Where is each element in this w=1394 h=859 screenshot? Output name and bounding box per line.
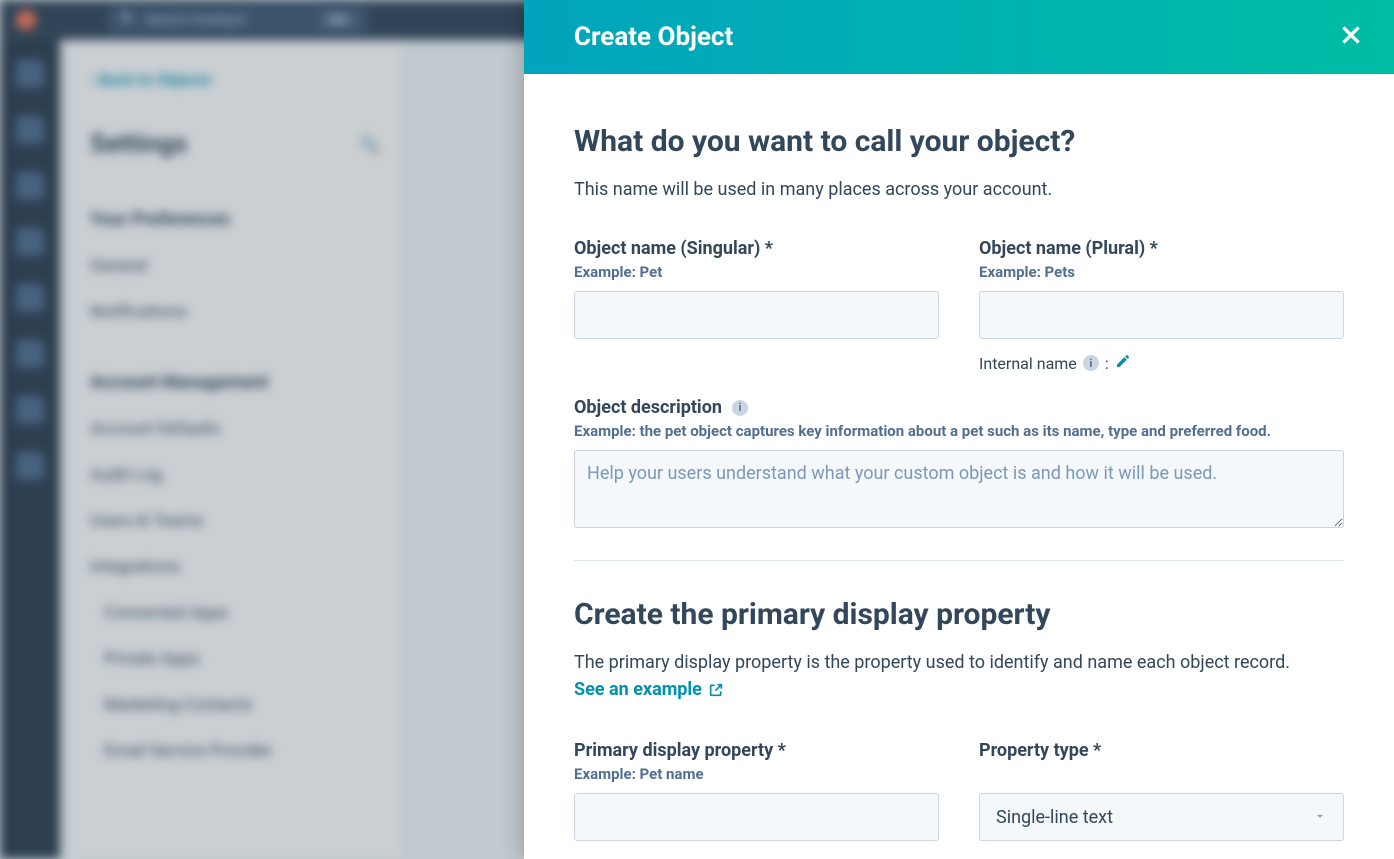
create-object-panel: Create Object What do you want to call y… bbox=[524, 0, 1394, 859]
plural-input[interactable] bbox=[979, 291, 1344, 339]
description-example: Example: the pet object captures key inf… bbox=[574, 422, 1344, 440]
panel-header: Create Object bbox=[524, 0, 1394, 74]
edit-internal-name-button[interactable] bbox=[1115, 353, 1131, 373]
section-heading-name: What do you want to call your object? bbox=[574, 124, 1344, 159]
internal-name-label: Internal name bbox=[979, 354, 1077, 373]
primary-property-label: Primary display property * bbox=[574, 740, 939, 761]
info-icon[interactable]: i bbox=[1083, 355, 1099, 371]
plural-example: Example: Pets bbox=[979, 263, 1344, 281]
section-desc-name: This name will be used in many places ac… bbox=[574, 177, 1344, 202]
external-link-icon bbox=[708, 682, 724, 698]
info-icon[interactable]: i bbox=[732, 400, 748, 416]
primary-property-input[interactable] bbox=[574, 793, 939, 841]
close-icon bbox=[1338, 22, 1364, 48]
section-desc-primary: The primary display property is the prop… bbox=[574, 650, 1344, 675]
property-type-select[interactable]: Single-line text bbox=[979, 793, 1344, 841]
description-input[interactable] bbox=[574, 450, 1344, 528]
property-type-label: Property type * bbox=[979, 740, 1344, 761]
singular-label: Object name (Singular) * bbox=[574, 238, 939, 259]
singular-input[interactable] bbox=[574, 291, 939, 339]
singular-example: Example: Pet bbox=[574, 263, 939, 281]
panel-title: Create Object bbox=[574, 22, 733, 52]
chevron-down-icon bbox=[1313, 807, 1327, 828]
internal-name-colon: : bbox=[1105, 354, 1109, 373]
see-example-label: See an example bbox=[574, 679, 702, 700]
plural-label: Object name (Plural) * bbox=[979, 238, 1344, 259]
section-heading-primary: Create the primary display property bbox=[574, 597, 1344, 632]
divider bbox=[574, 560, 1344, 561]
internal-name-row: Internal name i: bbox=[979, 353, 1344, 373]
pencil-icon bbox=[1115, 353, 1131, 369]
panel-body: What do you want to call your object? Th… bbox=[524, 74, 1394, 859]
see-example-link[interactable]: See an example bbox=[574, 679, 724, 700]
property-type-value: Single-line text bbox=[996, 807, 1113, 828]
close-button[interactable] bbox=[1338, 22, 1364, 52]
primary-property-example: Example: Pet name bbox=[574, 765, 939, 783]
description-label: Object description bbox=[574, 397, 722, 418]
